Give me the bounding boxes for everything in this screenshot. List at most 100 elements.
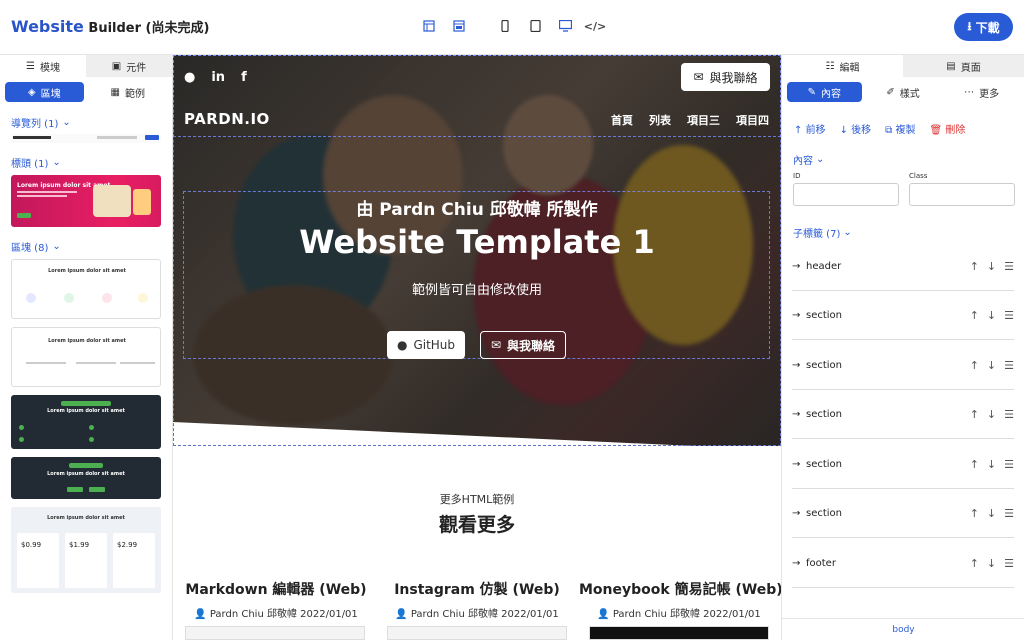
pill-examples[interactable]: ▦ 範例 — [89, 82, 168, 102]
up-icon[interactable]: ↑ — [970, 359, 979, 372]
github-icon[interactable]: ● — [184, 70, 195, 85]
site-logo[interactable]: PARDN.IO — [184, 110, 270, 128]
drag-handle-icon[interactable]: ☰ — [1004, 309, 1014, 322]
github-button[interactable]: ● GitHub — [387, 331, 465, 359]
action-label: 前移 — [805, 125, 826, 136]
mail-icon: ✉ — [490, 338, 502, 352]
tablet-icon[interactable] — [527, 18, 543, 34]
child-item[interactable]: → section ↑ ↓ ☰ — [792, 390, 1014, 439]
grid-icon: ▦ — [110, 86, 120, 98]
child-item[interactable]: → header ↑ ↓ ☰ — [792, 242, 1014, 291]
id-input[interactable] — [793, 183, 899, 206]
down-icon[interactable]: ↓ — [987, 507, 996, 520]
pill-more[interactable]: ⋯ 更多 — [944, 82, 1019, 102]
block-thumb-2[interactable]: Lorem ipsum dolor sit amet — [11, 327, 161, 387]
tab-edit[interactable]: ☷ 編輯 — [782, 55, 903, 77]
right-panel: ☷ 編輯 ▤ 頁面 ✎ 內容 ✐ 樣式 ⋯ 更多 ↑ 前移 ↓ 後移 ⧉ 複製 🗑 刪除 … — [781, 55, 1024, 640]
code-icon[interactable]: </> — [584, 18, 606, 34]
layers-icon: ◈ — [27, 86, 36, 98]
desktop-icon[interactable] — [557, 18, 573, 34]
child-item[interactable]: → section ↑ ↓ ☰ — [792, 291, 1014, 340]
up-icon[interactable]: ↑ — [970, 309, 979, 322]
element-path[interactable]: body — [782, 618, 1024, 640]
child-item[interactable]: → section ↑ ↓ ☰ — [792, 440, 1014, 489]
pill-style[interactable]: ✐ 樣式 — [866, 82, 941, 102]
move-back-button[interactable]: ↓ 後移 — [840, 121, 872, 136]
down-icon[interactable]: ↓ — [987, 458, 996, 471]
down-icon[interactable]: ↓ — [987, 260, 996, 273]
down-icon[interactable]: ↓ — [987, 309, 996, 322]
nav-item-home[interactable]: 首頁 — [611, 112, 633, 128]
nav-item-list[interactable]: 列表 — [649, 112, 671, 128]
action-label: 刪除 — [945, 125, 966, 136]
content-section[interactable]: 內容 ⌄ — [793, 152, 824, 167]
more-subtitle: 更多HTML範例 — [439, 493, 515, 506]
path-label: body — [892, 624, 915, 635]
drag-handle-icon[interactable]: ☰ — [1004, 557, 1014, 570]
drag-handle-icon[interactable]: ☰ — [1004, 408, 1014, 421]
copy-button[interactable]: ⧉ 複製 — [885, 121, 915, 136]
tab-components[interactable]: ▣ 元件 — [86, 55, 172, 77]
block-thumb-3[interactable]: Lorem ipsum dolor sit amet — [11, 395, 161, 449]
card-meta: Pardn Chiu 邱敬幃 2022/01/01 — [410, 609, 559, 620]
thumb-text: Lorem ipsum dolor sit amet — [47, 408, 125, 414]
class-input[interactable] — [909, 183, 1015, 206]
download-button[interactable]: ⭳ 下載 — [954, 13, 1013, 41]
pill-blocks[interactable]: ◈ 區塊 — [5, 82, 84, 102]
card-title: Moneybook 簡易記帳 (Web) — [579, 582, 781, 598]
pill-label: 樣式 — [899, 88, 920, 100]
example-card[interactable]: Markdown 編輯器 (Web) 👤 Pardn Chiu 邱敬幃 2022… — [176, 579, 376, 620]
social-links: ● in f — [184, 70, 247, 85]
nav-item-3[interactable]: 項目三 — [687, 112, 720, 128]
pill-content[interactable]: ✎ 內容 — [787, 82, 862, 102]
drag-handle-icon[interactable]: ☰ — [1004, 260, 1014, 273]
up-icon[interactable]: ↑ — [970, 260, 979, 273]
down-icon[interactable]: ↓ — [987, 557, 996, 570]
brush-icon: ✐ — [886, 86, 895, 98]
child-item[interactable]: → section ↑ ↓ ☰ — [792, 341, 1014, 390]
thumb-text: Lorem ipsum dolor sit amet — [48, 338, 126, 344]
children-section[interactable]: 子標籤 (7) ⌄ — [793, 225, 852, 240]
top-bar: Website Builder (尚未完成) </> ⭳ 下載 — [0, 0, 1024, 55]
up-icon[interactable]: ↑ — [970, 507, 979, 520]
contact-button[interactable]: ✉ 與我聯絡 — [480, 331, 566, 359]
down-icon[interactable]: ↓ — [987, 359, 996, 372]
drag-handle-icon[interactable]: ☰ — [1004, 458, 1014, 471]
section-header[interactable]: 標頭 (1) ⌄ — [0, 155, 172, 170]
section-blocks[interactable]: 區塊 (8) ⌄ — [0, 239, 172, 254]
child-item[interactable]: → section ↑ ↓ ☰ — [792, 489, 1014, 538]
tab-modules[interactable]: ☰ 模塊 — [0, 55, 86, 77]
chevron-down-icon: ⌄ — [52, 240, 61, 252]
drag-handle-icon[interactable]: ☰ — [1004, 507, 1014, 520]
browser-icon[interactable] — [451, 18, 467, 34]
child-tag: section — [806, 458, 843, 470]
down-icon[interactable]: ↓ — [987, 408, 996, 421]
tab-page[interactable]: ▤ 頁面 — [903, 55, 1024, 77]
example-card[interactable]: Instagram 仿製 (Web) 👤 Pardn Chiu 邱敬幃 2022… — [377, 579, 577, 620]
linkedin-icon[interactable]: in — [211, 70, 225, 85]
facebook-icon[interactable]: f — [241, 70, 247, 85]
example-card[interactable]: Moneybook 簡易記帳 (Web) 👤 Pardn Chiu 邱敬幃 20… — [579, 579, 781, 620]
nav-thumb[interactable] — [11, 134, 161, 143]
drag-handle-icon[interactable]: ☰ — [1004, 359, 1014, 372]
child-item[interactable]: → footer ↑ ↓ ☰ — [792, 539, 1014, 588]
block-thumb-4[interactable]: Lorem ipsum dolor sit amet — [11, 457, 161, 499]
mobile-icon[interactable] — [497, 18, 513, 34]
tab-label: 元件 — [126, 62, 147, 74]
layout-icon[interactable] — [421, 18, 437, 34]
section-nav[interactable]: 導覽列 (1) ⌄ — [0, 115, 172, 130]
header-thumb[interactable]: Lorem ipsum dolor sit amet — [11, 175, 161, 227]
move-forward-button[interactable]: ↑ 前移 — [794, 121, 826, 136]
up-icon[interactable]: ↑ — [970, 458, 979, 471]
up-icon[interactable]: ↑ — [970, 557, 979, 570]
site-nav: 首頁 列表 項目三 項目四 — [611, 112, 769, 128]
contact-top-button[interactable]: ✉ 與我聯絡 — [681, 63, 770, 91]
up-icon[interactable]: ↑ — [970, 408, 979, 421]
action-bar: ↑ 前移 ↓ 後移 ⧉ 複製 🗑 刪除 — [794, 121, 965, 136]
app-title: Website Builder (尚未完成) — [11, 17, 209, 36]
delete-button[interactable]: 🗑 刪除 — [929, 121, 965, 136]
user-icon: 👤 — [194, 609, 207, 620]
block-thumb-1[interactable]: Lorem ipsum dolor sit amet — [11, 259, 161, 319]
nav-item-4[interactable]: 項目四 — [736, 112, 769, 128]
block-thumb-5[interactable]: Lorem ipsum dolor sit amet $0.99 $1.99 $… — [11, 507, 161, 593]
